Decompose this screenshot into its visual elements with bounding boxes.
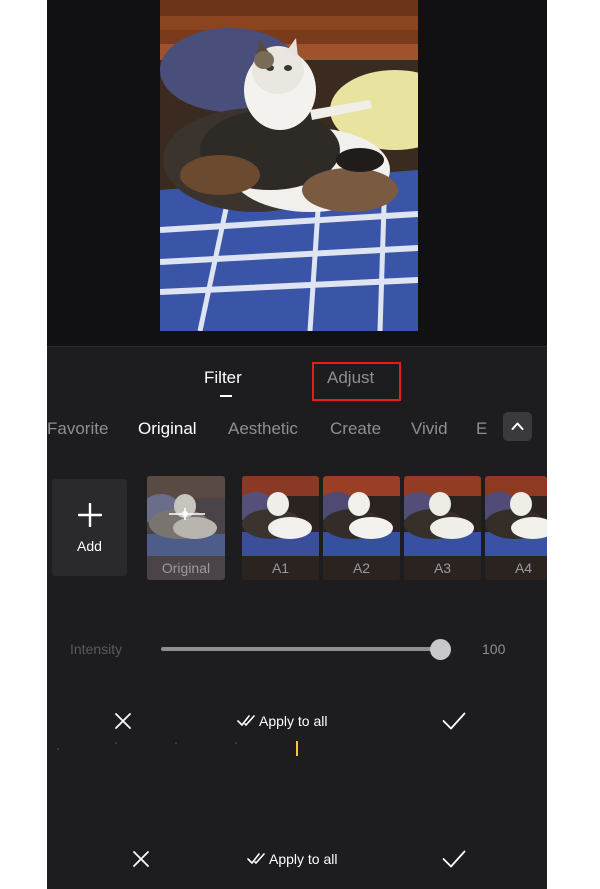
photo-preview — [160, 0, 418, 331]
intensity-slider-track[interactable] — [161, 647, 447, 651]
filter-label-a3: A3 — [433, 560, 452, 576]
apply-to-all-button[interactable]: Apply to all — [269, 851, 337, 867]
timeline-tick — [235, 742, 237, 744]
apply-to-all-button[interactable]: Apply to all — [259, 713, 327, 729]
timeline-tick — [57, 748, 59, 750]
tab-filter[interactable]: Filter — [204, 368, 242, 388]
filter-thumb-a4[interactable]: A4 — [485, 476, 547, 580]
timeline-playhead[interactable] — [296, 741, 298, 756]
category-favorite[interactable]: Favorite — [47, 419, 108, 439]
add-filter-label: Add — [77, 538, 102, 554]
filter-editor-panel: Filter Adjust Favorite Original Aestheti… — [47, 0, 547, 889]
filter-label-original: Original — [161, 560, 211, 576]
category-vivid[interactable]: Vivid — [411, 419, 448, 439]
panel-divider — [47, 346, 547, 347]
category-aesthetic[interactable]: Aesthetic — [228, 419, 298, 439]
adjust-tab-highlight-box — [312, 362, 401, 401]
tab-filter-active-indicator — [220, 395, 232, 397]
double-check-icon — [247, 853, 265, 864]
intensity-slider-handle[interactable] — [430, 639, 451, 660]
filter-thumb-a2[interactable]: A2 — [323, 476, 400, 580]
chevron-up-icon — [511, 422, 524, 430]
add-filter-button[interactable]: Add — [52, 479, 127, 576]
close-icon[interactable] — [132, 850, 150, 868]
confirm-check-icon[interactable] — [442, 711, 466, 731]
intensity-label: Intensity — [70, 641, 123, 657]
filter-thumb-original[interactable]: Original — [147, 476, 225, 580]
category-e[interactable]: E — [476, 419, 487, 439]
timeline-tick — [175, 742, 177, 744]
confirm-check-icon[interactable] — [442, 849, 466, 869]
filter-thumb-a3[interactable]: A3 — [404, 476, 481, 580]
category-create[interactable]: Create — [330, 419, 381, 439]
plus-icon — [78, 503, 102, 527]
filter-thumb-a1[interactable]: A1 — [242, 476, 319, 580]
category-original[interactable]: Original — [138, 419, 197, 439]
filter-label-a1: A1 — [271, 560, 290, 576]
collapse-categories-button[interactable] — [503, 412, 532, 441]
timeline-tick — [115, 742, 117, 744]
photo-preview-area — [47, 0, 547, 346]
close-icon[interactable] — [114, 712, 132, 730]
double-check-icon — [237, 715, 255, 726]
intensity-value: 100 — [482, 641, 506, 657]
filter-label-a2: A2 — [352, 560, 371, 576]
filter-label-a4: A4 — [514, 560, 533, 576]
